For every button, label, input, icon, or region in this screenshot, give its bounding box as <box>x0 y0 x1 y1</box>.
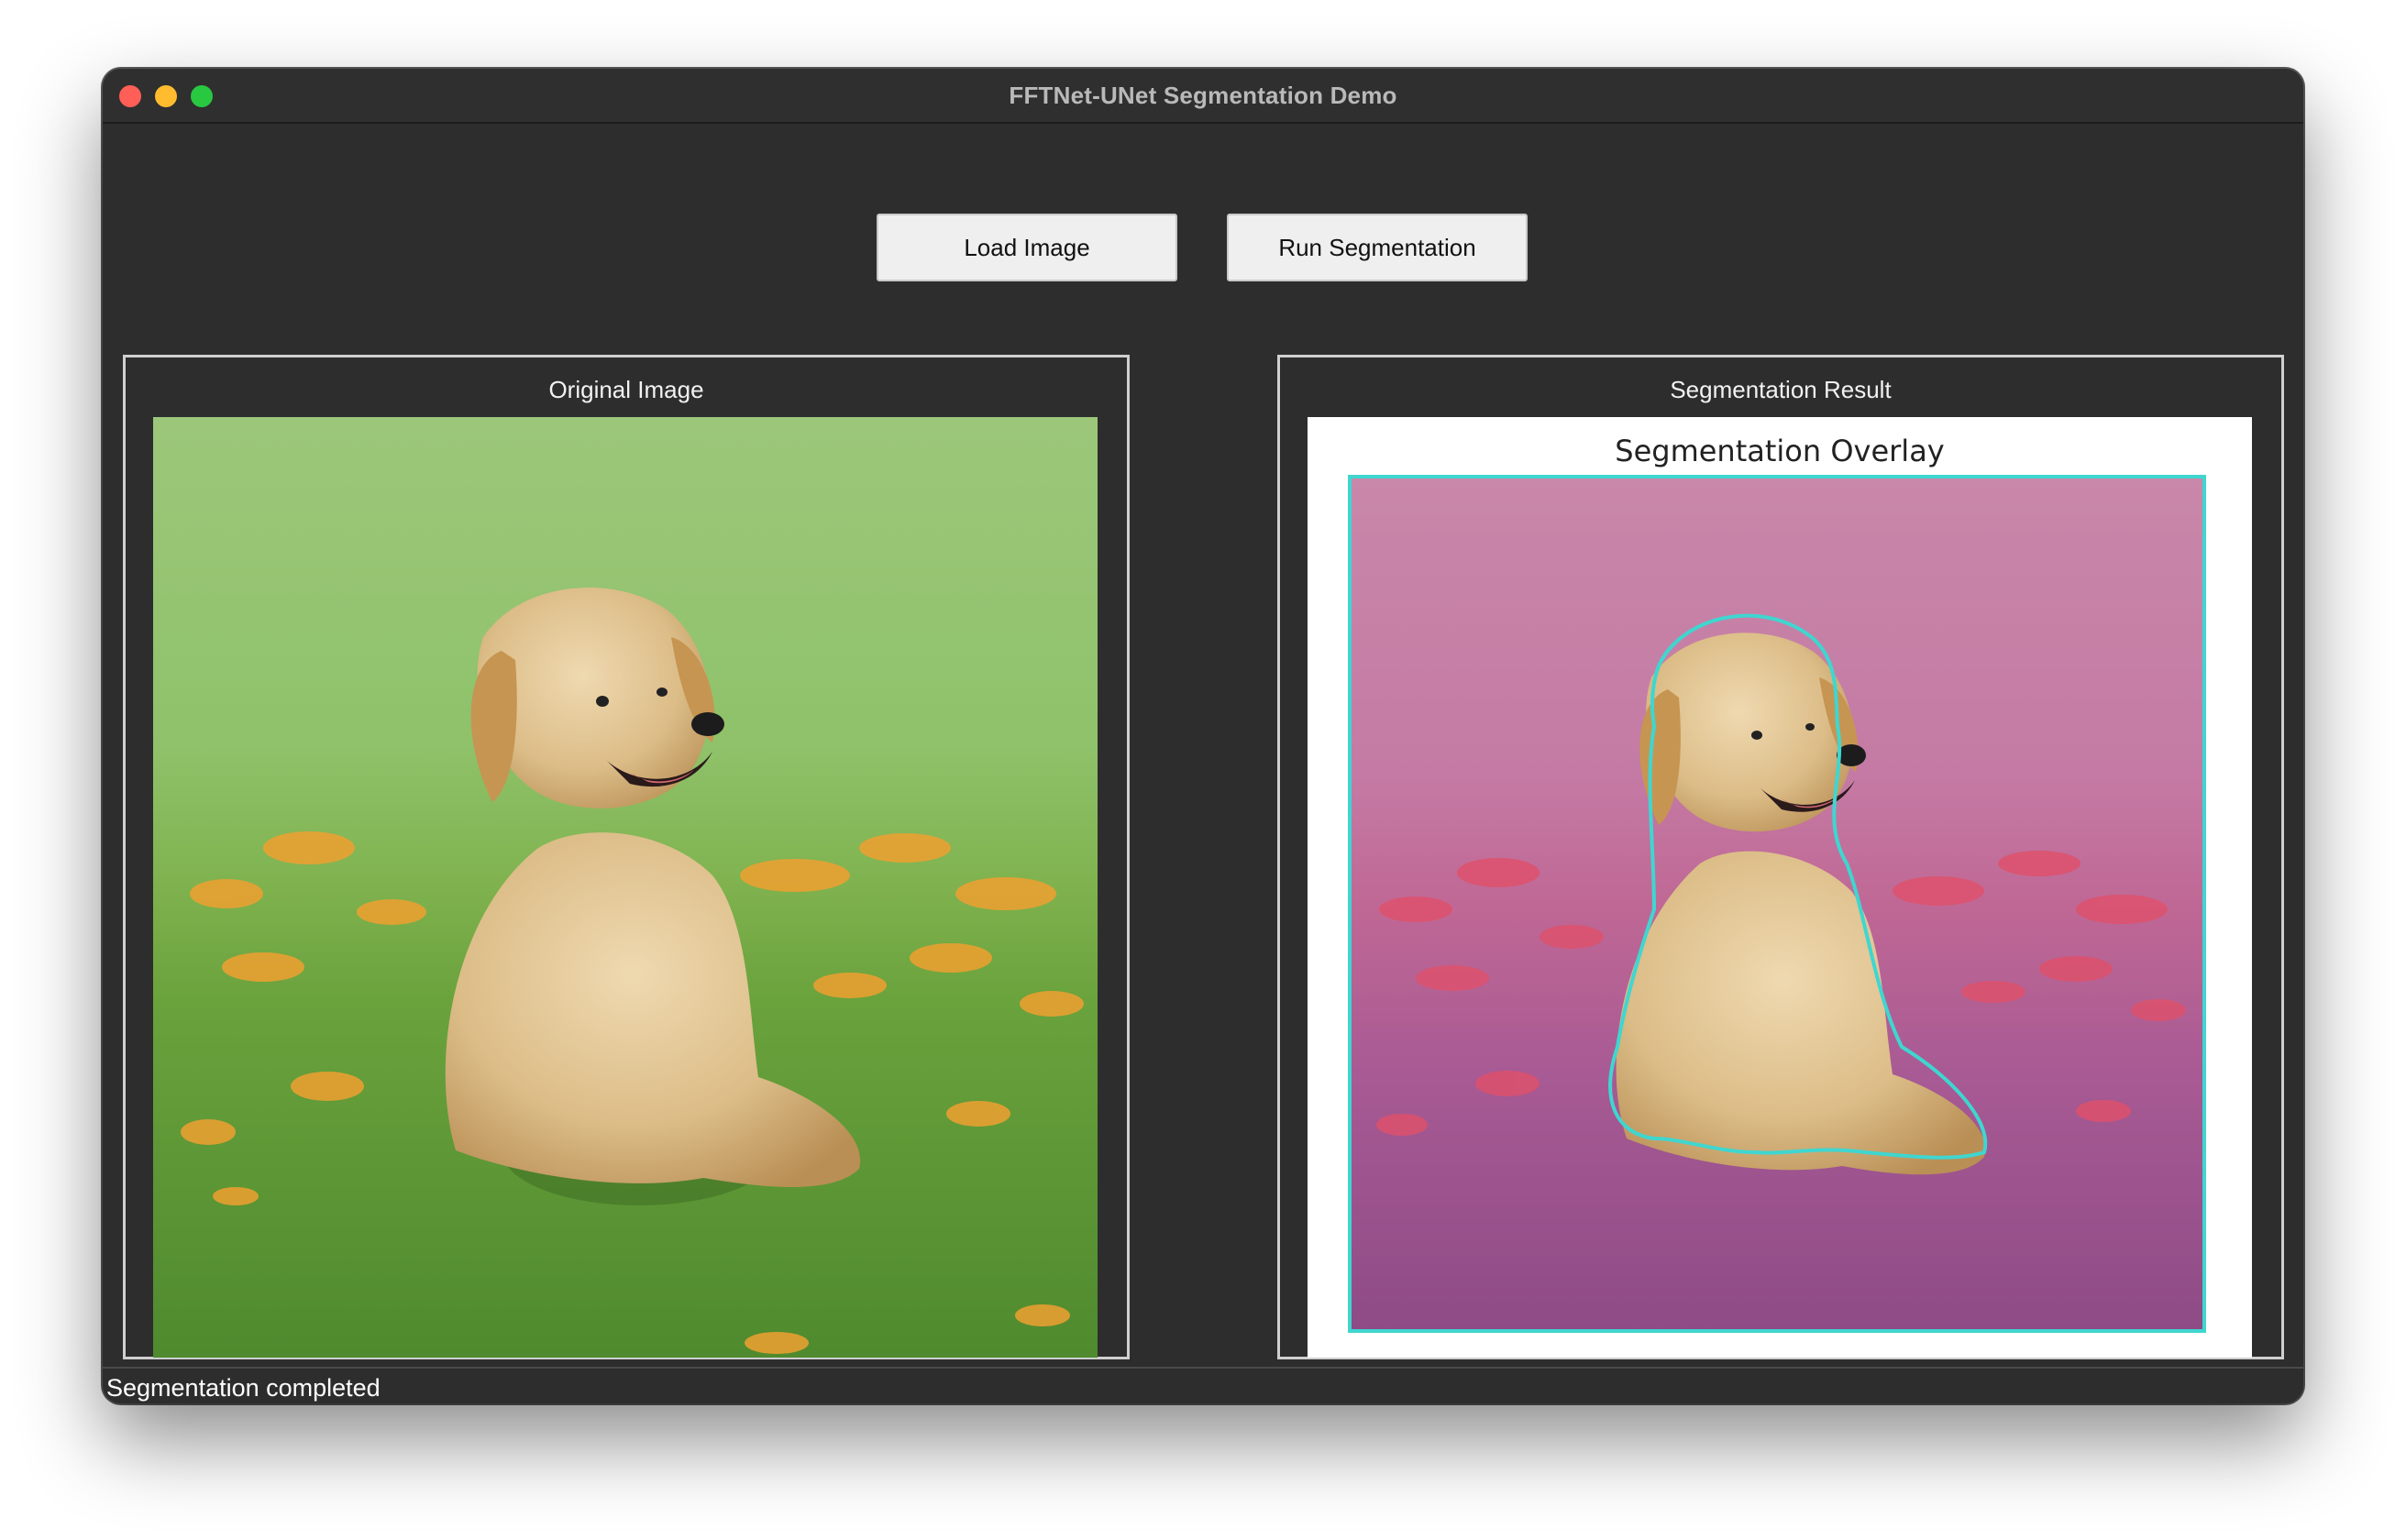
status-text: Segmentation completed <box>106 1374 381 1402</box>
original-image <box>153 417 1098 1358</box>
main-content: Load Image Run Segmentation Original Ima… <box>103 124 2303 1403</box>
window-title: FFTNet-UNet Segmentation Demo <box>1009 82 1397 109</box>
segmentation-overlay-image <box>1348 475 2206 1333</box>
run-segmentation-button[interactable]: Run Segmentation <box>1227 214 1528 281</box>
status-bar: Segmentation completed <box>103 1367 2303 1403</box>
original-image-label: Original Image <box>548 376 704 403</box>
segmentation-result-panel: Segmentation Result Segmentation Overlay <box>1277 355 2284 1359</box>
original-image-panel: Original Image <box>123 355 1130 1359</box>
segmentation-result-label: Segmentation Result <box>1670 376 1892 403</box>
segmentation-overlay-figure: Segmentation Overlay <box>1308 417 2252 1358</box>
load-image-button[interactable]: Load Image <box>877 214 1177 281</box>
app-window: FFTNet-UNet Segmentation Demo Load Image… <box>103 69 2303 1403</box>
overlay-figure-title: Segmentation Overlay <box>1615 434 1945 468</box>
title-bar: FFTNet-UNet Segmentation Demo <box>103 69 2303 124</box>
